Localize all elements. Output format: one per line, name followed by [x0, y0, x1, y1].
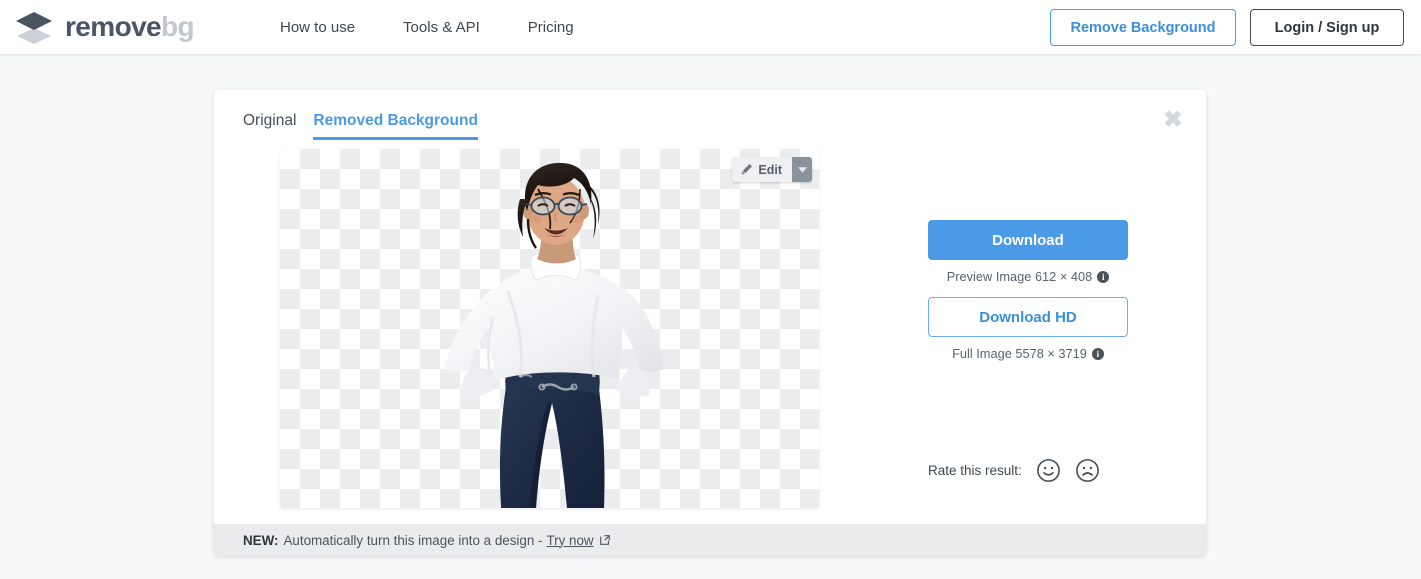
- result-tabs: Original Removed Background: [243, 112, 478, 140]
- smiley-sad-icon[interactable]: [1075, 458, 1100, 483]
- edit-button[interactable]: Edit: [732, 157, 792, 182]
- image-preview[interactable]: Edit: [280, 149, 819, 508]
- download-hd-button[interactable]: Download HD: [928, 297, 1128, 337]
- promo-text: Automatically turn this image into a des…: [283, 532, 543, 548]
- full-info-icon[interactable]: i: [1091, 347, 1104, 360]
- rating-row: Rate this result:: [928, 458, 1100, 483]
- edit-button-label: Edit: [758, 162, 782, 177]
- layers-stack-icon: [16, 12, 52, 44]
- full-image-caption: Full Image 5578 × 3719 i: [928, 346, 1128, 361]
- edit-dropdown-button[interactable]: [792, 157, 812, 182]
- nav-tools-api[interactable]: Tools & API: [403, 19, 480, 36]
- logo-text-bg: bg: [161, 11, 195, 42]
- try-now-link[interactable]: Try now: [546, 533, 593, 548]
- rating-label: Rate this result:: [928, 463, 1022, 478]
- chevron-down-icon: [797, 166, 807, 173]
- smiley-happy-icon[interactable]: [1036, 458, 1061, 483]
- download-panel: Download Preview Image 612 × 408 i Downl…: [928, 220, 1128, 374]
- remove-background-button[interactable]: Remove Background: [1050, 9, 1236, 46]
- tab-removed-background[interactable]: Removed Background: [313, 112, 478, 140]
- login-signup-button[interactable]: Login / Sign up: [1250, 9, 1404, 46]
- header-actions: Remove Background Login / Sign up: [1050, 9, 1404, 46]
- tab-original[interactable]: Original: [243, 112, 296, 140]
- logo-text-remove: remove: [65, 11, 162, 42]
- preview-image-caption: Preview Image 612 × 408 i: [928, 269, 1128, 284]
- logo[interactable]: removebg: [14, 7, 195, 47]
- result-image-person: [445, 162, 664, 508]
- close-icon[interactable]: ✖: [1162, 108, 1184, 131]
- preview-info-icon[interactable]: i: [1097, 270, 1110, 283]
- promo-banner: NEW: Automatically turn this image into …: [214, 524, 1206, 556]
- preview-image-caption-text: Preview Image 612 × 408: [946, 269, 1093, 284]
- logo-text: removebg: [65, 7, 195, 47]
- full-image-caption-text: Full Image 5578 × 3719: [952, 346, 1087, 361]
- brush-icon: [741, 163, 753, 175]
- download-button[interactable]: Download: [928, 220, 1128, 260]
- main-navigation: How to use Tools & API Pricing: [280, 0, 574, 54]
- external-link-icon[interactable]: [599, 534, 611, 546]
- site-header: removebg How to use Tools & API Pricing …: [0, 0, 1421, 54]
- nav-how-to-use[interactable]: How to use: [280, 19, 355, 36]
- result-card: ✖ Original Removed Background Edit Downl…: [214, 90, 1206, 556]
- nav-pricing[interactable]: Pricing: [528, 19, 574, 36]
- promo-badge: NEW:: [243, 532, 279, 548]
- edit-button-group: Edit: [732, 157, 812, 182]
